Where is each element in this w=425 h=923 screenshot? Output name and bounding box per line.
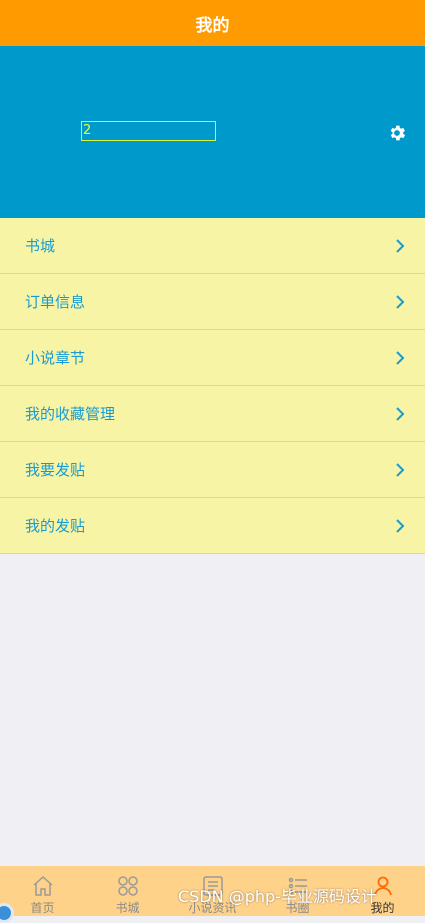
menu-list: 书城 订单信息 小说章节 我的收藏管理 我要发贴 我的发贴 [0,218,425,554]
username-field: 2 [81,121,216,141]
tab-label: 首页 [30,901,55,915]
home-icon [33,875,52,896]
menu-item-bookstore[interactable]: 书城 [0,218,425,274]
chevron-right-icon [396,294,405,309]
menu-item-my-posts[interactable]: 我的发贴 [0,498,425,554]
chevron-right-icon [396,406,405,421]
menu-item-label: 我要发贴 [25,461,86,479]
menu-item-chapters[interactable]: 小说章节 [0,330,425,386]
watermark-text: CSDN @php-毕业源码设计 [178,887,377,906]
menu-item-new-post[interactable]: 我要发贴 [0,442,425,498]
gear-icon[interactable] [387,123,407,143]
page-title: 我的 [195,15,230,36]
menu-item-orders[interactable]: 订单信息 [0,274,425,330]
app-header: 我的 [0,0,425,46]
tab-label: 书城 [115,901,140,915]
menu-item-label: 我的发贴 [25,517,86,535]
menu-item-favorites[interactable]: 我的收藏管理 [0,386,425,442]
menu-item-label: 小说章节 [25,349,86,367]
floating-assistant-icon[interactable] [0,903,14,923]
chevron-right-icon [396,462,405,477]
tab-bookstore[interactable]: 书城 [85,866,170,916]
chevron-right-icon [396,518,405,533]
profile-panel: 2 [0,46,425,218]
chevron-right-icon [396,350,405,365]
menu-item-label: 我的收藏管理 [25,405,116,423]
menu-item-label: 书城 [25,237,56,255]
chevron-right-icon [396,238,405,253]
grid-icon [117,876,138,896]
menu-item-label: 订单信息 [25,293,86,311]
